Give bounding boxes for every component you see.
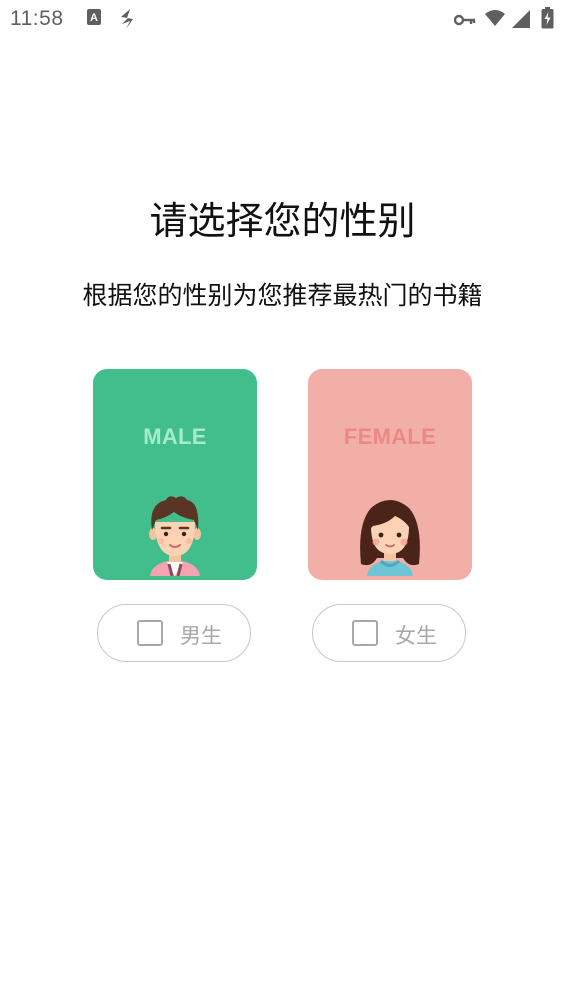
female-option-button[interactable]: 女生	[312, 604, 466, 662]
male-card-label: MALE	[143, 424, 207, 449]
female-option-label: 女生	[395, 624, 437, 648]
page-title: 请选择您的性别	[149, 199, 416, 243]
male-option-button[interactable]: 男生	[97, 604, 251, 662]
cell-signal-icon	[511, 9, 531, 33]
status-time: 11:58	[10, 7, 64, 30]
page-subtitle: 根据您的性别为您推荐最热门的书籍	[82, 281, 483, 310]
female-checkbox[interactable]	[352, 620, 378, 646]
gender-select-screen: 11:58 A 请选择您的性别 根据您的性别为您推荐最热门的书籍 MALE FE…	[0, 0, 565, 1004]
male-card[interactable]: MALE	[93, 369, 257, 580]
svg-text:A: A	[90, 12, 98, 24]
male-checkbox[interactable]	[137, 620, 163, 646]
male-avatar-icon	[136, 494, 214, 580]
male-option-label: 男生	[180, 624, 222, 648]
a-keyboard-icon: A	[86, 8, 102, 30]
status-bar: 11:58 A	[0, 0, 565, 40]
female-card-label: FEMALE	[343, 424, 437, 449]
signal-bolt-icon	[118, 8, 136, 34]
wifi-icon	[484, 9, 506, 31]
female-avatar-icon	[351, 494, 429, 580]
vpn-key-icon	[453, 12, 476, 31]
battery-charging-icon	[541, 7, 554, 33]
female-card[interactable]: FEMALE	[308, 369, 472, 580]
